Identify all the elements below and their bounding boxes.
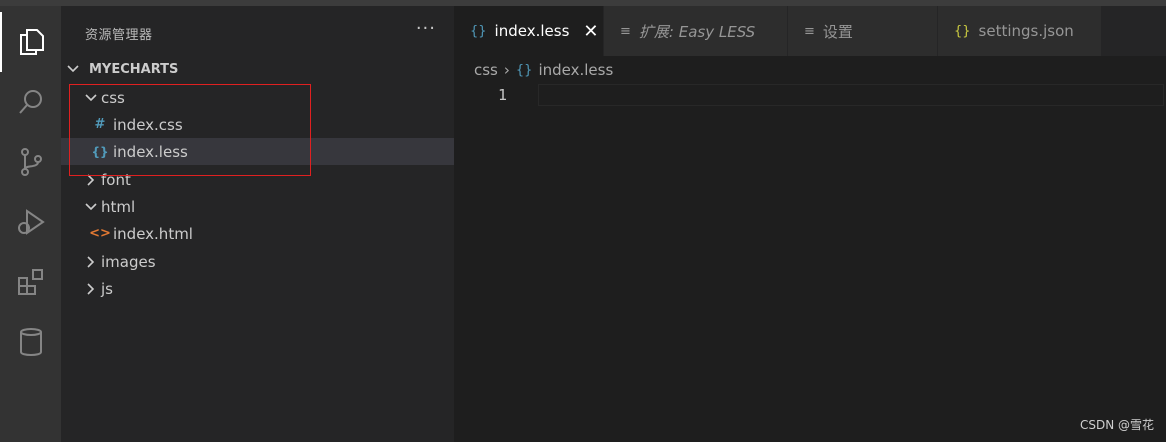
- breadcrumb-file[interactable]: index.less: [538, 61, 613, 79]
- more-actions-icon[interactable]: ···: [416, 18, 436, 39]
- tab-label: index.less: [494, 22, 570, 40]
- tree-file-index-less[interactable]: {} index.less: [61, 138, 454, 165]
- chevron-right-icon: [81, 173, 101, 186]
- workspace-section-header[interactable]: MYECHARTS: [61, 58, 454, 80]
- tab-index-less[interactable]: {} index.less ✕: [454, 6, 604, 56]
- tree-item-label: css: [101, 88, 125, 107]
- tab-label: 设置: [822, 22, 853, 41]
- activity-bar: [0, 6, 61, 442]
- chevron-right-icon: [81, 255, 101, 268]
- tree-item-label: html: [101, 197, 136, 216]
- extensions-icon[interactable]: [0, 252, 61, 312]
- source-control-icon[interactable]: [0, 132, 61, 192]
- tab-extension-easy-less[interactable]: ≡ 扩展: Easy LESS: [604, 6, 788, 56]
- tree-item-label: font: [101, 170, 131, 189]
- workspace-name: MYECHARTS: [89, 61, 179, 77]
- less-file-icon: {}: [515, 62, 533, 78]
- tree-item-label: images: [101, 252, 156, 271]
- less-file-icon: {}: [91, 144, 109, 159]
- preview-icon: ≡: [804, 23, 815, 39]
- css-file-icon: #: [94, 117, 106, 132]
- editor-area: {} index.less ✕ ≡ 扩展: Easy LESS ≡ 设置 {} …: [454, 6, 1166, 442]
- tree-file-index-html[interactable]: <> index.html: [61, 220, 454, 247]
- tab-label: 扩展: Easy LESS: [638, 22, 756, 41]
- tree-item-label: js: [101, 279, 113, 298]
- explorer-title: 资源管理器: [85, 28, 153, 43]
- preview-icon: ≡: [620, 23, 631, 39]
- tree-folder-js[interactable]: js: [61, 275, 454, 302]
- watermark: CSDN @雪花: [1079, 418, 1154, 432]
- tree-item-label: index.css: [113, 115, 183, 134]
- close-icon[interactable]: ✕: [583, 21, 598, 42]
- tab-bar: {} index.less ✕ ≡ 扩展: Easy LESS ≡ 设置 {} …: [454, 6, 1166, 56]
- tree-folder-font[interactable]: font: [61, 166, 454, 193]
- tab-label: settings.json: [978, 22, 1074, 40]
- chevron-down-icon: [67, 62, 89, 77]
- less-file-icon: {}: [470, 23, 487, 39]
- search-icon[interactable]: [0, 72, 61, 132]
- breadcrumb: css › {} index.less: [474, 60, 613, 80]
- line-number: 1: [498, 86, 508, 104]
- explorer-sidebar: 资源管理器 ··· MYECHARTS css # index.css {} i…: [61, 6, 454, 442]
- tree-item-label: index.html: [113, 224, 193, 243]
- tree-folder-images[interactable]: images: [61, 248, 454, 275]
- chevron-down-icon: [81, 202, 101, 211]
- html-file-icon: <>: [89, 226, 111, 241]
- chevron-right-icon: [81, 282, 101, 295]
- breadcrumb-folder[interactable]: css: [474, 61, 498, 79]
- tree-folder-html[interactable]: html: [61, 193, 454, 220]
- chevron-right-icon: ›: [503, 61, 510, 79]
- code-editor-line[interactable]: [538, 84, 1164, 106]
- tree-item-label: index.less: [113, 142, 188, 161]
- tree-file-index-css[interactable]: # index.css: [61, 111, 454, 138]
- explorer-icon[interactable]: [0, 12, 61, 72]
- tab-settings-json[interactable]: {} settings.json: [938, 6, 1102, 56]
- json-file-icon: {}: [954, 23, 971, 39]
- chevron-down-icon: [81, 93, 101, 102]
- database-icon[interactable]: [0, 312, 61, 372]
- tab-settings[interactable]: ≡ 设置: [788, 6, 938, 56]
- tree-folder-css[interactable]: css: [61, 84, 454, 111]
- run-debug-icon[interactable]: [0, 192, 61, 252]
